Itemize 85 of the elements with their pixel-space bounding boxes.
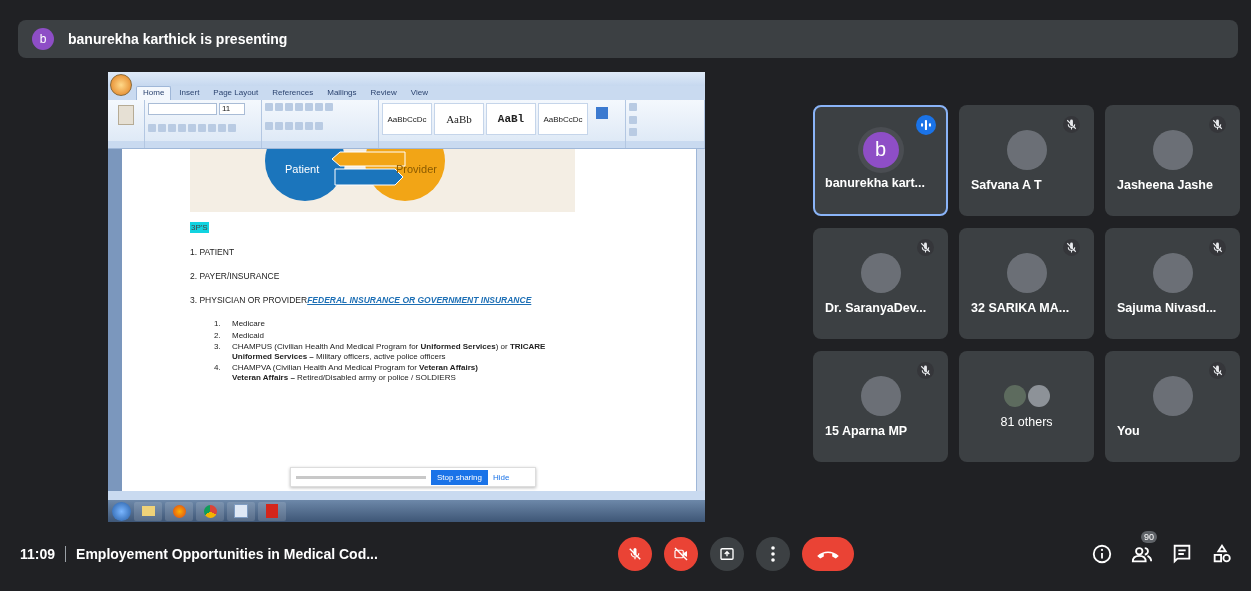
avatar-photo: [860, 252, 901, 293]
style-preset[interactable]: AaBbCcDc: [382, 103, 432, 135]
participant-tile[interactable]: 15 Aparna MP: [813, 351, 948, 462]
shapes-icon[interactable]: [1211, 543, 1233, 565]
hide-button[interactable]: Hide: [492, 472, 510, 482]
document-link[interactable]: FEDERAL INSURANCE OR GOVERNMENT INSURANCE: [307, 295, 532, 305]
stop-sharing-button[interactable]: Stop sharing: [431, 469, 488, 485]
ribbon-tab[interactable]: Home: [136, 86, 172, 100]
participant-name: banurekha kart...: [825, 175, 926, 190]
ribbon-tab[interactable]: References: [266, 87, 320, 100]
style-preset[interactable]: AaBb: [434, 103, 484, 135]
microphone-button[interactable]: [617, 537, 652, 571]
people-count-badge: 90: [1141, 531, 1157, 543]
presenter-text: banurekha karthick is presenting: [68, 31, 288, 47]
avatar-photo: [1027, 384, 1050, 407]
list-item-text: 1. PATIENT: [190, 247, 236, 257]
list-number: 2.: [214, 330, 222, 341]
office-button[interactable]: [110, 74, 132, 96]
presenter-avatar: b: [32, 28, 54, 50]
participant-name: 81 others: [1000, 414, 1053, 429]
participant-name: Sajuma Nivasd...: [1117, 300, 1217, 315]
camera-off-icon: [671, 545, 690, 563]
avatar-photo: [1152, 375, 1193, 416]
avatar-photo: [1152, 129, 1193, 170]
ribbon-tab[interactable]: View: [404, 87, 434, 100]
info-icon[interactable]: [1091, 543, 1113, 565]
list-number: 3.: [214, 342, 222, 354]
document-heading: 3P'S: [190, 222, 209, 233]
chat-icon[interactable]: [1171, 543, 1193, 565]
participant-tile[interactable]: Safvana A T: [959, 105, 1094, 216]
participant-tile[interactable]: Sajuma Nivasd...: [1105, 228, 1240, 339]
ribbon-tab[interactable]: Mailings: [321, 87, 363, 100]
end-call-button[interactable]: [801, 537, 854, 571]
participant-tile[interactable]: Dr. SaranyaDev...: [813, 228, 948, 339]
participant-name: Safvana A T: [971, 177, 1042, 192]
ribbon-tab[interactable]: Review: [364, 87, 403, 100]
speaking-indicator-icon: [916, 115, 936, 135]
style-preset[interactable]: AaBbCcDc: [538, 103, 588, 135]
participant-name: Dr. SaranyaDev...: [825, 300, 927, 315]
phone-hangup-icon: [816, 549, 839, 559]
more-options-button[interactable]: [755, 537, 790, 571]
browser-icon[interactable]: [196, 501, 224, 521]
avatar-photo: [860, 375, 901, 416]
meeting-title: Employement Opportunities in Medical Cod...: [76, 546, 378, 562]
list-item-text: CHAMPVA (Civilian Health And Medical Program for Veteran Affairs): [232, 363, 478, 373]
list-item-text: 3. PHYSICIAN OR PROVIDER: [190, 295, 308, 305]
browser-icon[interactable]: [165, 501, 193, 521]
participant-tile[interactable]: 81 others: [959, 351, 1094, 462]
list-item-text: Medicaid: [232, 330, 264, 341]
list-number: 1.: [214, 319, 222, 329]
participant-name: You: [1117, 423, 1140, 438]
list-item-text: CHAMPUS (Civilian Health And Medical Program for Uniformed Services) or TRICARE: [232, 342, 546, 352]
list-number: 4.: [214, 363, 222, 375]
avatar-photo: [1006, 129, 1047, 170]
window-icon[interactable]: [227, 501, 255, 521]
more-vertical-icon: [770, 546, 775, 562]
participant-name: 32 SARIKA MA...: [971, 300, 1070, 315]
present-button[interactable]: [709, 537, 744, 571]
avatar-photo: [1006, 252, 1047, 293]
font-name-field[interactable]: [148, 103, 217, 115]
list-item-text: 2. PAYER/INSURANCE: [190, 271, 281, 281]
ribbon-tab[interactable]: Insert: [173, 87, 206, 100]
participant-tile[interactable]: Jasheena Jashe: [1105, 105, 1240, 216]
folder-icon[interactable]: [134, 501, 162, 521]
ribbon-tab[interactable]: Page Layout: [207, 87, 265, 100]
style-preset[interactable]: AaBl: [486, 103, 536, 135]
list-item-detail: Uniformed Services – Military officers, active police officers: [232, 351, 447, 362]
camera-button[interactable]: [663, 537, 698, 571]
participant-name: 15 Aparna MP: [825, 423, 908, 438]
patient-provider-diagram: Patient Provider: [190, 149, 575, 212]
font-size-field[interactable]: 11: [219, 103, 245, 115]
vertical-scrollbar[interactable]: [696, 149, 705, 491]
present-screen-icon: [717, 545, 736, 563]
change-styles-icon[interactable]: [596, 107, 608, 119]
paste-icon[interactable]: [118, 105, 134, 125]
start-button[interactable]: [112, 501, 131, 521]
participant-tile[interactable]: You: [1105, 351, 1240, 462]
participant-tile[interactable]: 32 SARIKA MA...: [959, 228, 1094, 339]
avatar-photo: [1003, 384, 1026, 407]
meeting-time: 11:09: [20, 546, 56, 562]
participant-name: Jasheena Jashe: [1117, 177, 1213, 192]
list-item-detail: Veteran Affairs – Retired/Disabled army or police / SOLDIERS: [232, 372, 457, 383]
avatar-photo: [1152, 252, 1193, 293]
participant-tile[interactable]: b banurekha kart...: [813, 105, 948, 216]
list-item-text: Medicare: [232, 319, 265, 329]
